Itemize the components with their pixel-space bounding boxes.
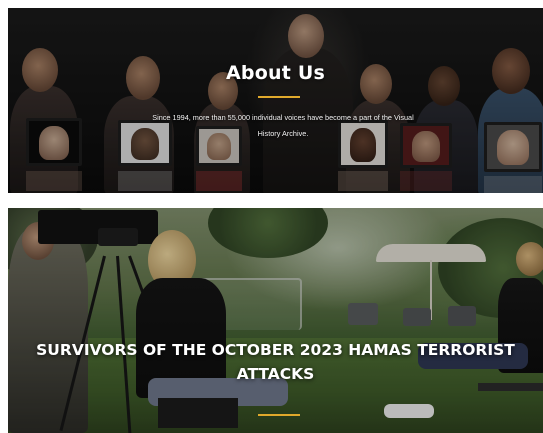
survivors-october-2023-card[interactable]: SURVIVORS OF THE OCTOBER 2023 HAMAS TERR… (8, 208, 543, 433)
about-us-description: Since 1994, more than 55,000 individual … (152, 113, 414, 138)
about-us-background-image (8, 8, 543, 193)
survivors-background-image (8, 208, 543, 433)
about-us-accent-rule (258, 96, 300, 98)
about-us-title: About Us (226, 62, 325, 84)
about-us-card[interactable]: About Us Since 1994, more than 55,000 in… (8, 8, 543, 193)
survivors-title: SURVIVORS OF THE OCTOBER 2023 HAMAS TERR… (36, 341, 515, 383)
survivors-accent-rule (258, 414, 300, 416)
